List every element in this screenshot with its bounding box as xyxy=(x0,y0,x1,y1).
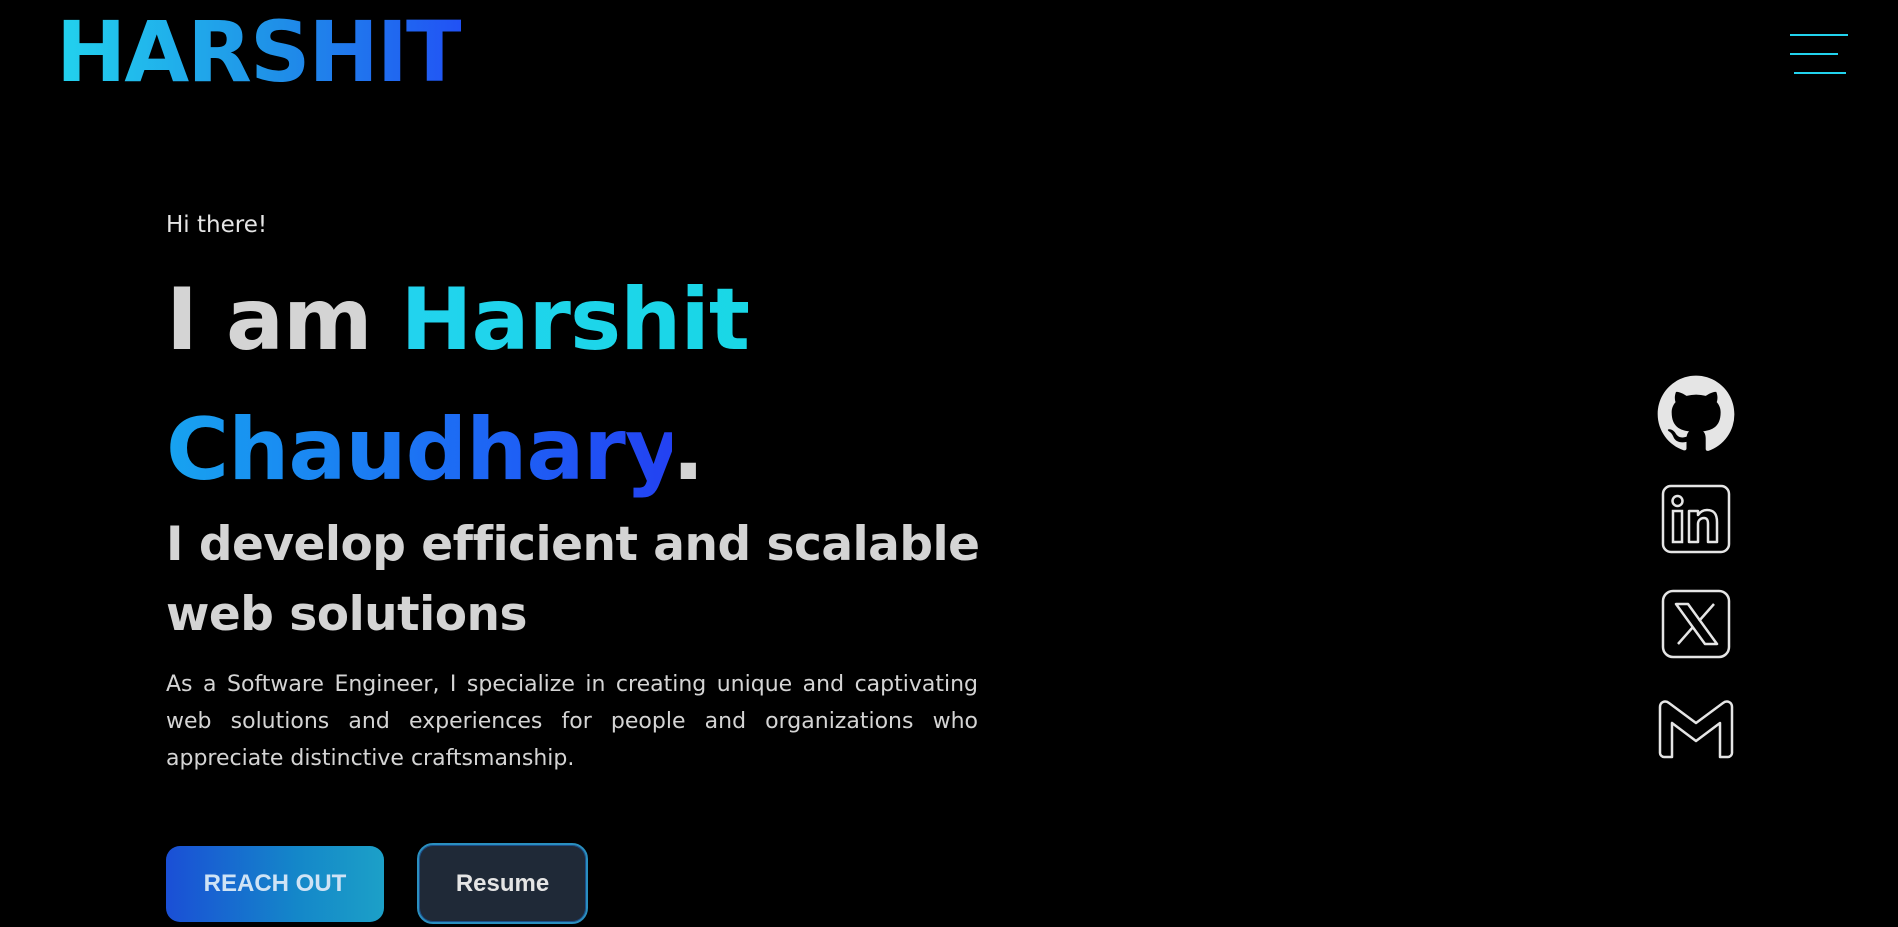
resume-button[interactable]: Resume xyxy=(417,843,588,924)
menu-line xyxy=(1790,34,1848,36)
hero-description: As a Software Engineer, I specialize in … xyxy=(166,672,978,771)
linkedin-icon xyxy=(1661,484,1731,554)
menu-line xyxy=(1794,72,1846,74)
linkedin-link[interactable] xyxy=(1656,479,1736,559)
reach-out-button[interactable]: REACH OUT xyxy=(166,846,384,922)
greeting-text: Hi there! xyxy=(166,212,268,238)
hero-headline: I am Harshit Chaudhary. xyxy=(166,255,750,515)
gmail-icon xyxy=(1658,700,1734,759)
github-icon xyxy=(1657,375,1735,451)
page: HARSHIT Hi there! I am Harshit Chaudhary… xyxy=(0,0,1898,927)
github-link[interactable] xyxy=(1656,374,1736,454)
hamburger-menu-icon[interactable] xyxy=(1790,34,1848,74)
hero-subheadline: I develop efficient and scalable web sol… xyxy=(166,517,980,642)
name-first: Harshit xyxy=(400,270,750,370)
headline-prefix: I am xyxy=(166,270,401,370)
name-suffix: . xyxy=(672,400,705,500)
gmail-link[interactable] xyxy=(1656,689,1736,769)
x-twitter-icon xyxy=(1661,589,1731,659)
x-twitter-link[interactable] xyxy=(1656,584,1736,664)
site-logo[interactable]: HARSHIT xyxy=(56,10,463,94)
social-links xyxy=(1656,374,1736,794)
menu-line xyxy=(1790,53,1838,55)
name-last: Chaudhary xyxy=(166,400,673,500)
